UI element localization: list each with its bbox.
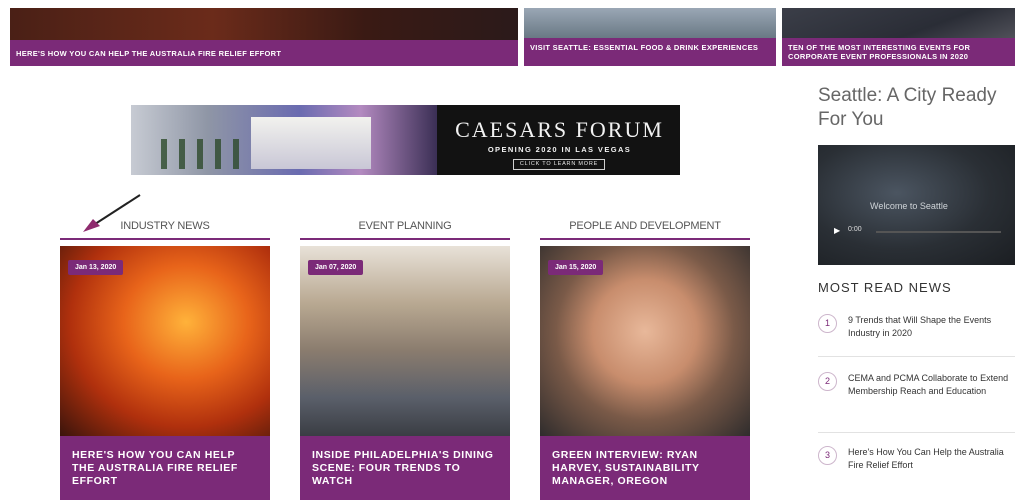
ad-title: CAESARS FORUM [455, 117, 664, 142]
rank-badge: 3 [818, 446, 837, 465]
article-headline: INSIDE PHILADELPHIA'S DINING SCENE: FOUR… [300, 436, 510, 500]
video-label: Welcome to Seattle [870, 201, 948, 211]
hero-tile-events[interactable]: TEN OF THE MOST INTERESTING EVENTS FOR C… [782, 8, 1015, 66]
article-headline: HERE'S HOW YOU CAN HELP THE AUSTRALIA FI… [60, 436, 270, 500]
hero-caption: VISIT SEATTLE: ESSENTIAL FOOD & DRINK EX… [524, 38, 776, 66]
most-read-heading: MOST READ NEWS [818, 280, 952, 295]
video-time: 0:00 [848, 226, 862, 233]
sidebar-title: Seattle: A City Ready For You [818, 85, 997, 130]
divider [818, 432, 1015, 433]
category-people-development[interactable]: PEOPLE AND DEVELOPMENT [540, 220, 750, 240]
most-read-link[interactable]: 9 Trends that Will Shape the Events Indu… [848, 314, 1015, 340]
ad-subtitle: OPENING 2020 IN LAS VEGAS [487, 145, 632, 154]
date-badge: Jan 15, 2020 [548, 260, 604, 275]
ad-cta-button[interactable]: CLICK TO LEARN MORE [513, 159, 605, 170]
date-badge: Jan 07, 2020 [308, 260, 364, 275]
hero-strip: HERE'S HOW YOU CAN HELP THE AUSTRALIA FI… [0, 0, 1015, 68]
article-headline: GREEN INTERVIEW: RYAN HARVEY, SUSTAINABI… [540, 436, 750, 500]
divider [818, 356, 1015, 357]
rank-badge: 1 [818, 314, 837, 333]
ad-image [131, 105, 437, 175]
article-card[interactable]: Jan 07, 2020 INSIDE PHILADELPHIA'S DININ… [300, 246, 510, 500]
caesars-forum-ad[interactable]: CAESARS FORUM OPENING 2020 IN LAS VEGAS … [131, 105, 680, 175]
most-read-link[interactable]: Here's How You Can Help the Australia Fi… [848, 446, 1015, 472]
hero-caption: TEN OF THE MOST INTERESTING EVENTS FOR C… [782, 38, 1015, 66]
article-card[interactable]: Jan 15, 2020 GREEN INTERVIEW: RYAN HARVE… [540, 246, 750, 500]
hero-tile-australia[interactable]: HERE'S HOW YOU CAN HELP THE AUSTRALIA FI… [10, 8, 518, 66]
article-card[interactable]: Jan 13, 2020 HERE'S HOW YOU CAN HELP THE… [60, 246, 270, 500]
category-event-planning[interactable]: EVENT PLANNING [300, 220, 510, 240]
video-player[interactable]: Welcome to Seattle ▶ 0:00 [818, 145, 1015, 265]
rank-badge: 2 [818, 372, 837, 391]
hero-tile-seattle[interactable]: VISIT SEATTLE: ESSENTIAL FOOD & DRINK EX… [524, 8, 776, 66]
category-industry-news[interactable]: INDUSTRY NEWS [60, 220, 270, 240]
ad-palms [161, 139, 241, 169]
date-badge: Jan 13, 2020 [68, 260, 124, 275]
hero-caption: HERE'S HOW YOU CAN HELP THE AUSTRALIA FI… [10, 40, 518, 66]
ad-building [251, 117, 371, 169]
video-progress-bar[interactable] [876, 231, 1001, 233]
most-read-link[interactable]: CEMA and PCMA Collaborate to Extend Memb… [848, 372, 1015, 398]
play-icon[interactable]: ▶ [834, 226, 840, 235]
